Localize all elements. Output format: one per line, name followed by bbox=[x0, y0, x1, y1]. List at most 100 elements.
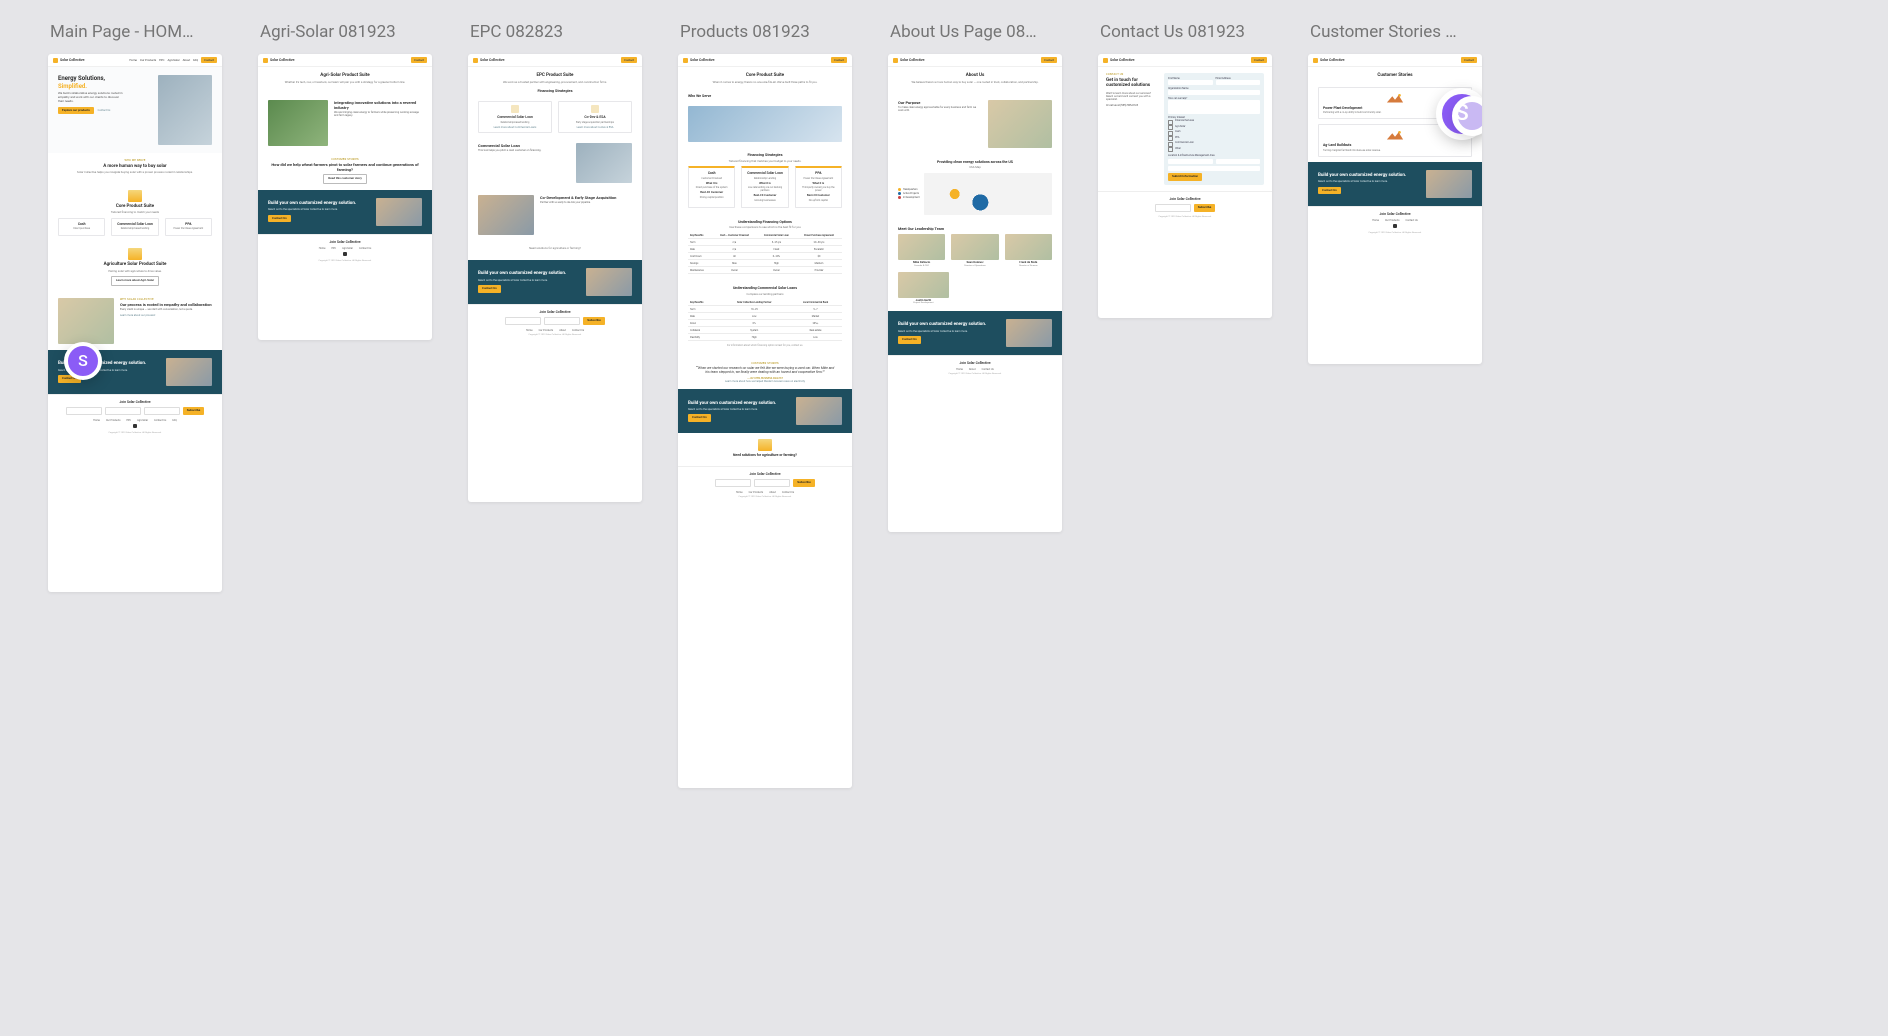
footer-link[interactable]: Our Products bbox=[1385, 219, 1400, 222]
footer-link[interactable]: Home bbox=[93, 419, 100, 422]
linkedin-icon[interactable] bbox=[133, 424, 137, 428]
epc-card-codev[interactable]: Co-Dev & ESAEarly stage acquisition part… bbox=[558, 101, 632, 133]
org-input[interactable] bbox=[1168, 90, 1260, 95]
logo[interactable]: Solar Collective bbox=[1313, 58, 1345, 63]
footer-link[interactable]: Our Products bbox=[539, 329, 554, 332]
footer-link[interactable]: EPC bbox=[331, 247, 336, 250]
footer-subscribe-button[interactable]: Subscribe bbox=[583, 317, 604, 325]
nav-item[interactable]: Agri-Solar bbox=[167, 59, 179, 62]
footer-link[interactable]: About bbox=[769, 491, 776, 494]
frame-col-about[interactable]: About Us Page 08… Solar Collective Conta… bbox=[888, 22, 1062, 532]
nav-item[interactable]: FAQ bbox=[193, 59, 198, 62]
card-link[interactable]: Learn more about Co-Dev & ESA bbox=[577, 126, 614, 129]
core-card-loan[interactable]: Commercial Solar LoanRelationship based … bbox=[111, 218, 158, 236]
footer-link[interactable]: Contact Us bbox=[572, 329, 584, 332]
nav-item[interactable]: Our Products bbox=[140, 59, 156, 62]
footer-link[interactable]: Home bbox=[736, 491, 743, 494]
footer-link[interactable]: About bbox=[559, 329, 566, 332]
logo[interactable]: Solar Collective bbox=[683, 58, 715, 63]
logo[interactable]: Solar Collective bbox=[1103, 58, 1135, 63]
footer-link[interactable]: Home bbox=[319, 247, 326, 250]
quote-link[interactable]: Learn more about how we helped Western G… bbox=[725, 380, 805, 383]
core-card-ppa[interactable]: PPAPower Purchase Agreement bbox=[165, 218, 212, 236]
page-about[interactable]: Solar Collective Contact About Us We bel… bbox=[888, 54, 1062, 532]
frame-title[interactable]: Contact Us 081923 bbox=[1100, 22, 1272, 42]
frame-title[interactable]: About Us Page 08… bbox=[890, 22, 1062, 42]
frame-col-agri[interactable]: Agri-Solar 081923 Solar Collective Conta… bbox=[258, 22, 432, 340]
cta-button[interactable]: Contact Us bbox=[1318, 187, 1341, 195]
frame-title[interactable]: Main Page - HOM… bbox=[50, 22, 222, 42]
process-link[interactable]: Learn more about our process! bbox=[120, 314, 155, 317]
footer-email-input[interactable] bbox=[144, 407, 180, 415]
nav-contact-button[interactable]: Contact bbox=[411, 57, 427, 63]
help-textarea[interactable] bbox=[1168, 100, 1260, 114]
story-button[interactable]: Read this customer story bbox=[323, 174, 367, 184]
nav-contact-button[interactable]: Contact bbox=[1041, 57, 1057, 63]
nav-contact-button[interactable]: Contact bbox=[1461, 57, 1477, 63]
nav-item[interactable]: About bbox=[183, 59, 190, 62]
page-products[interactable]: Solar Collective Contact Core Product Su… bbox=[678, 54, 852, 788]
frame-title[interactable]: Customer Stories … bbox=[1310, 22, 1482, 42]
footer-email-input[interactable] bbox=[1155, 204, 1191, 212]
nav-item[interactable]: EPC bbox=[159, 59, 164, 62]
footer-email-input[interactable] bbox=[544, 317, 580, 325]
frame-col-stories[interactable]: Customer Stories … Solar Collective Cont… bbox=[1308, 22, 1482, 364]
footer-link[interactable]: FAQ bbox=[172, 419, 177, 422]
footer-subscribe-button[interactable]: Subscribe bbox=[1194, 204, 1215, 212]
logo[interactable]: Solar Collective bbox=[263, 58, 295, 63]
logo[interactable]: Solar Collective bbox=[53, 58, 85, 63]
footer-subscribe-button[interactable]: Subscribe bbox=[183, 407, 204, 415]
hero-cta-primary[interactable]: Explore our products bbox=[58, 107, 94, 115]
frame-title[interactable]: Products 081923 bbox=[680, 22, 852, 42]
linkedin-icon[interactable] bbox=[1393, 224, 1397, 228]
footer-first-input[interactable] bbox=[66, 407, 102, 415]
footer-link[interactable]: Home bbox=[956, 368, 963, 371]
frame-col-home[interactable]: Main Page - HOM… Solar Collective Home O… bbox=[48, 22, 222, 592]
agri-learn-more[interactable]: Learn more about Agri-Solar bbox=[111, 276, 159, 286]
footer-link[interactable]: Home bbox=[1372, 219, 1379, 222]
footer-last-input[interactable] bbox=[105, 407, 141, 415]
page-agri[interactable]: Solar Collective Contact Agri-Solar Prod… bbox=[258, 54, 432, 340]
first-input[interactable] bbox=[1168, 80, 1213, 85]
footer-link[interactable]: Contact Us bbox=[1406, 219, 1418, 222]
footer-link[interactable]: Contact Us bbox=[982, 368, 994, 371]
frame-title[interactable]: Agri-Solar 081923 bbox=[260, 22, 432, 42]
footer-link[interactable]: Agri-Solar bbox=[342, 247, 353, 250]
submit-button[interactable]: Submit Information bbox=[1168, 173, 1202, 181]
frame-col-products[interactable]: Products 081923 Solar Collective Contact… bbox=[678, 22, 852, 788]
frame-col-epc[interactable]: EPC 082823 Solar Collective Contact EPC … bbox=[468, 22, 642, 502]
presence-avatar-stack[interactable]: S bbox=[1436, 88, 1482, 140]
phone-input[interactable] bbox=[1168, 166, 1260, 171]
hero-cta-secondary[interactable]: Contact Us bbox=[98, 109, 111, 112]
email-input[interactable] bbox=[1216, 80, 1261, 85]
nav-contact-button[interactable]: Contact bbox=[831, 57, 847, 63]
footer-link[interactable]: Contact Us bbox=[359, 247, 371, 250]
card-link[interactable]: Learn more about Commercial Loans bbox=[494, 126, 537, 129]
logo[interactable]: Solar Collective bbox=[473, 58, 505, 63]
nav-contact-button[interactable]: Contact bbox=[1251, 57, 1267, 63]
cta-button[interactable]: Contact Us bbox=[268, 215, 291, 223]
addr-input[interactable] bbox=[1168, 159, 1213, 164]
nav-contact-button[interactable]: Contact bbox=[621, 57, 637, 63]
footer-link[interactable]: Contact Us bbox=[154, 419, 166, 422]
presence-avatar[interactable]: S bbox=[64, 342, 102, 380]
footer-first-input[interactable] bbox=[505, 317, 541, 325]
footer-subscribe-button[interactable]: Subscribe bbox=[793, 479, 814, 487]
page-contact[interactable]: Solar Collective Contact CONTACT US Get … bbox=[1098, 54, 1272, 318]
page-home[interactable]: Solar Collective Home Our Products EPC A… bbox=[48, 54, 222, 592]
cta-button[interactable]: Contact Us bbox=[478, 285, 501, 293]
footer-link[interactable]: Agri-Solar bbox=[137, 419, 148, 422]
footer-link[interactable]: About bbox=[969, 368, 976, 371]
figma-canvas[interactable]: Main Page - HOM… Solar Collective Home O… bbox=[0, 0, 1888, 810]
logo[interactable]: Solar Collective bbox=[893, 58, 925, 63]
cta-button[interactable]: Contact Us bbox=[898, 336, 921, 344]
zip-input[interactable] bbox=[1216, 159, 1261, 164]
nav-contact-button[interactable]: Contact bbox=[201, 57, 217, 63]
core-card-cash[interactable]: CashDirect purchase bbox=[58, 218, 105, 236]
linkedin-icon[interactable] bbox=[343, 252, 347, 256]
page-stories[interactable]: Solar Collective Contact Customer Storie… bbox=[1308, 54, 1482, 364]
frame-title[interactable]: EPC 082823 bbox=[470, 22, 642, 42]
interest-option[interactable]: Other bbox=[1168, 147, 1260, 153]
footer-link[interactable]: EPC bbox=[127, 419, 132, 422]
footer-email-input[interactable] bbox=[754, 479, 790, 487]
